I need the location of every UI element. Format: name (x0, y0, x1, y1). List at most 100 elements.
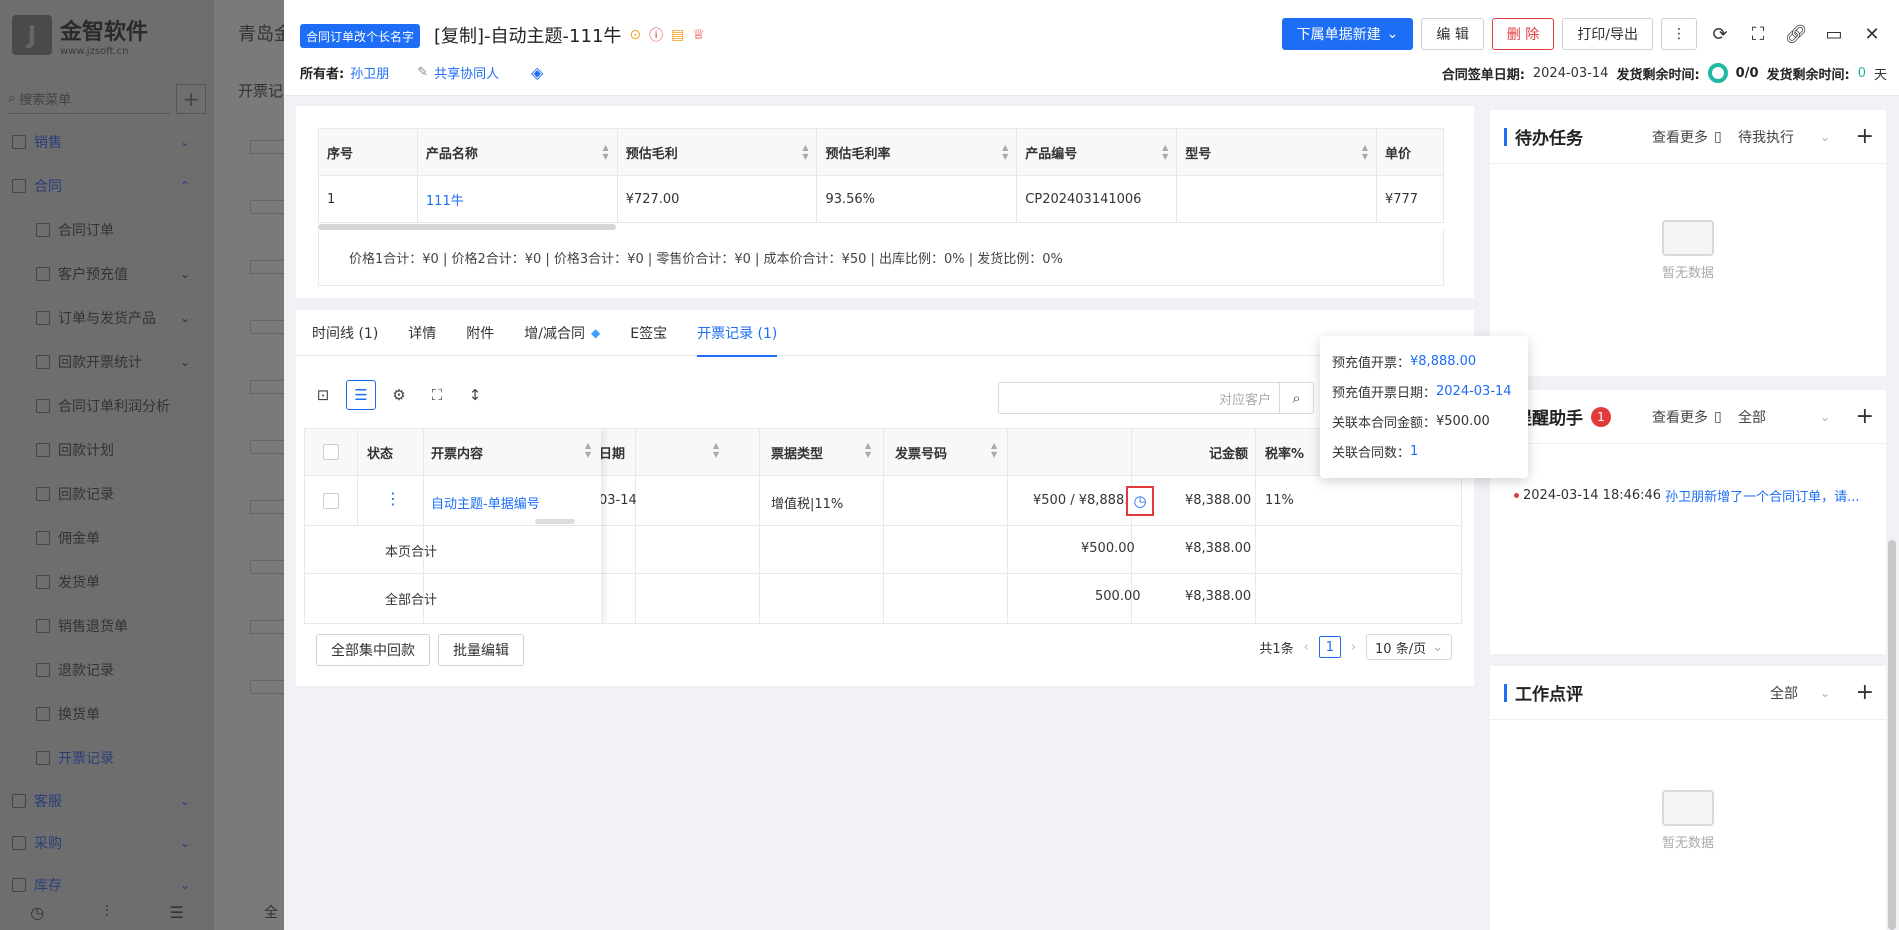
refresh-icon[interactable]: ⟳ (1705, 18, 1735, 50)
invoice-content-link[interactable]: 自动主题-单据编号 (431, 493, 540, 512)
chevron-down-icon[interactable]: ⌄ (1820, 686, 1830, 700)
panel-scrollbar[interactable] (1888, 540, 1896, 930)
reminder-text-link[interactable]: 孙卫朋新增了一个合同订单，请... (1665, 486, 1859, 505)
todo-filter[interactable]: 待我执行 (1738, 127, 1794, 147)
col-est-profit[interactable]: 预估毛利 ▲ ▼ (616, 128, 818, 176)
tooltip-label: 关联本合同金额： (1332, 415, 1437, 431)
col-product-code[interactable]: 产品编号 ▲ ▼ (1016, 128, 1178, 176)
select-all-checkbox[interactable] (323, 444, 339, 460)
tooltip-line: 关联本合同金额： ¥500.00 (1332, 406, 1516, 436)
tab-invoice-records[interactable]: 开票记录 (1) (697, 310, 778, 357)
sub-new-button[interactable]: 下属单据新建 ⌄ (1281, 18, 1414, 50)
row-checkbox[interactable] (323, 493, 339, 509)
tooltip-label: 预充值开票日期： (1332, 385, 1437, 401)
prev-page-icon[interactable]: ‹ (1304, 640, 1309, 655)
clock-icon[interactable]: ◷ (1126, 486, 1154, 516)
checkbox-box (323, 444, 339, 460)
tab-esign[interactable]: E签宝 (630, 310, 667, 356)
menu-item-icon (36, 663, 50, 677)
close-icon[interactable]: ✕ (1857, 18, 1887, 50)
col-ticket-type[interactable]: 票据类型 (771, 443, 823, 462)
col-recorded-amount[interactable]: 记金额 (1209, 443, 1248, 462)
tab-amend-contract[interactable]: 增/减合同 ◆ (524, 310, 600, 356)
todo-more-link[interactable]: 查看更多 ▯ (1652, 127, 1722, 147)
link-icon[interactable]: 🔗︎ (1781, 18, 1811, 50)
batch-edit-button[interactable]: 批量编辑 (438, 634, 524, 666)
sort-icon[interactable]: ▲▼ (802, 143, 808, 161)
page-total-recorded: ¥8,388.00 (1185, 541, 1252, 556)
fullscreen-icon[interactable]: ⛶ (1743, 18, 1773, 50)
sort-icon[interactable]: ▲▼ (585, 441, 591, 459)
sidebar-item-label: 采购 (34, 836, 62, 852)
reminder-more-link[interactable]: 查看更多 ▯ (1652, 407, 1722, 427)
checkbox-box (323, 493, 339, 509)
tooltip-value[interactable]: 1 (1410, 444, 1418, 459)
row-height-icon[interactable]: ↕ (460, 380, 490, 410)
page-total-label: 本页合计 (385, 545, 438, 560)
col-invoice-no[interactable]: 发票号码 (895, 443, 947, 462)
sort-icon[interactable]: ▲▼ (1162, 143, 1168, 161)
seal-icon[interactable]: ♕ (692, 27, 705, 43)
menu-item-icon (36, 267, 50, 281)
col-product-name[interactable]: 产品名称 ▲ ▼ (416, 128, 618, 176)
settings-icon: ⫶ (104, 902, 109, 921)
sort-icon[interactable]: ▲▼ (865, 441, 871, 459)
title-accent (1504, 127, 1507, 146)
add-icon[interactable]: + (1856, 680, 1874, 705)
total-count: 共1条 (1259, 641, 1294, 657)
page-total-amount: ¥500.00 (1081, 541, 1135, 556)
tab-timeline[interactable]: 时间线 (1) (312, 310, 378, 356)
page-size-select[interactable]: 10 条/页 ⌄ (1366, 634, 1452, 660)
tab-attachments[interactable]: 附件 (466, 310, 494, 356)
sort-icon[interactable]: ▲▼ (713, 441, 719, 459)
next-page-icon[interactable]: › (1351, 640, 1356, 655)
list-view-icon[interactable]: ☰ (346, 380, 376, 410)
history-icon: ◷ (30, 902, 45, 922)
col-content[interactable]: 开票内容 (431, 443, 483, 462)
reminder-filter[interactable]: 全部 (1738, 407, 1766, 427)
tooltip-line: 预充值开票： ¥8,888.00 (1332, 346, 1516, 376)
chevron-down-icon[interactable]: ⌄ (1820, 410, 1830, 424)
presentation-icon[interactable]: ⊡ (308, 380, 338, 410)
sort-icon[interactable]: ▲▼ (1002, 143, 1008, 161)
expand-icon[interactable]: ⛶ (422, 380, 452, 410)
row-actions-icon[interactable]: ⋮ (385, 489, 401, 508)
product-name-link[interactable]: 111牛 (416, 175, 618, 223)
all-total-label: 全部合计 (385, 593, 438, 608)
window-icon[interactable]: ▭ (1819, 18, 1849, 50)
review-filter[interactable]: 全部 (1770, 683, 1798, 703)
add-icon[interactable]: + (1856, 404, 1874, 429)
col-tax-rate[interactable]: 税率% (1265, 443, 1304, 462)
collect-all-button[interactable]: 全部集中回款 (316, 634, 430, 666)
print-export-button[interactable]: 打印/导出 (1562, 18, 1653, 50)
share-collaborators-link[interactable]: 共享协同人 (434, 63, 499, 82)
sort-icon[interactable]: ▲▼ (991, 441, 997, 459)
sidebar-item-label: 合同 (34, 179, 62, 195)
col-est-margin[interactable]: 预估毛利率 ▲ ▼ (816, 128, 1018, 176)
tag-icon[interactable]: ◈ (531, 63, 543, 82)
reminder-item[interactable]: 2024-03-14 18:46:46 孙卫朋新增了一个合同订单，请... (1514, 486, 1859, 505)
chevron-down-icon[interactable]: ⌄ (1820, 130, 1830, 144)
col-model[interactable]: 型号 ▲ ▼ (1176, 128, 1377, 176)
customer-search-input[interactable]: 对应客户 ⌕ (998, 382, 1314, 414)
tooltip-value[interactable]: 2024-03-14 (1436, 384, 1512, 399)
page-number[interactable]: 1 (1318, 636, 1341, 658)
settings-icon[interactable]: ⚙ (384, 380, 414, 410)
play-icon[interactable]: ⊙ (629, 27, 641, 43)
owner-name-link[interactable]: 孙卫朋 (350, 63, 389, 82)
alert-icon[interactable]: ⓘ (649, 25, 663, 45)
sidebar-item-label: 开票记录 (58, 751, 114, 767)
todo-empty: 暂无数据 (1490, 220, 1886, 281)
search-icon[interactable]: ⌕ (1279, 383, 1313, 413)
note-icon[interactable]: ▤ (671, 27, 684, 43)
edit-button[interactable]: 编 辑 (1421, 18, 1484, 50)
delete-button[interactable]: 删 除 (1491, 18, 1555, 50)
tab-details[interactable]: 详情 (408, 310, 436, 356)
product-index: 1 (318, 175, 418, 223)
sort-icon[interactable]: ▲▼ (603, 143, 609, 161)
col-date[interactable]: 日期 (599, 443, 625, 462)
more-icon[interactable]: ⋮ (1661, 18, 1697, 50)
sort-icon[interactable]: ▲▼ (1362, 143, 1368, 161)
add-icon[interactable]: + (1856, 124, 1874, 149)
tooltip-value[interactable]: ¥8,888.00 (1410, 354, 1476, 369)
